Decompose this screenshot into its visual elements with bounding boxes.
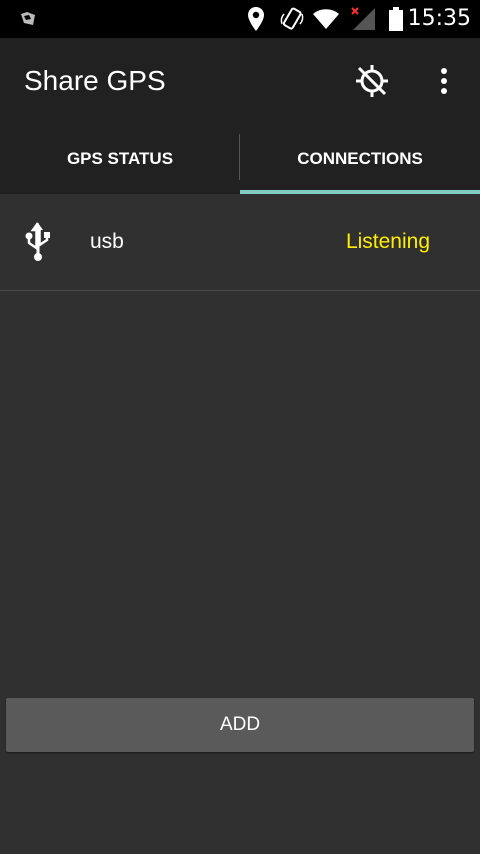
notification-icon <box>16 0 40 38</box>
add-button[interactable]: ADD <box>6 698 474 752</box>
wifi-icon <box>311 0 341 38</box>
list-divider <box>0 290 480 291</box>
app-title: Share GPS <box>24 65 166 96</box>
connection-list-item[interactable]: usb Listening <box>0 194 480 290</box>
gps-off-button[interactable] <box>348 38 396 124</box>
battery-icon <box>386 0 406 38</box>
overflow-menu-icon <box>441 68 447 94</box>
status-time: 15:35 <box>407 6 471 31</box>
usb-icon <box>22 222 54 262</box>
tab-bar: GPS STATUS CONNECTIONS <box>0 124 480 194</box>
gps-off-icon <box>356 65 388 97</box>
tab-connections[interactable]: CONNECTIONS <box>240 124 480 194</box>
rotate-icon <box>278 0 306 38</box>
connection-name: usb <box>90 230 124 253</box>
signal-no-service-icon <box>348 0 378 38</box>
tab-gps-status[interactable]: GPS STATUS <box>0 124 240 194</box>
overflow-menu-button[interactable] <box>420 38 468 124</box>
connection-status: Listening <box>345 230 430 253</box>
status-bar: 15:35 <box>0 0 480 38</box>
app-bar: Share GPS <box>0 38 480 124</box>
location-icon <box>244 0 268 38</box>
